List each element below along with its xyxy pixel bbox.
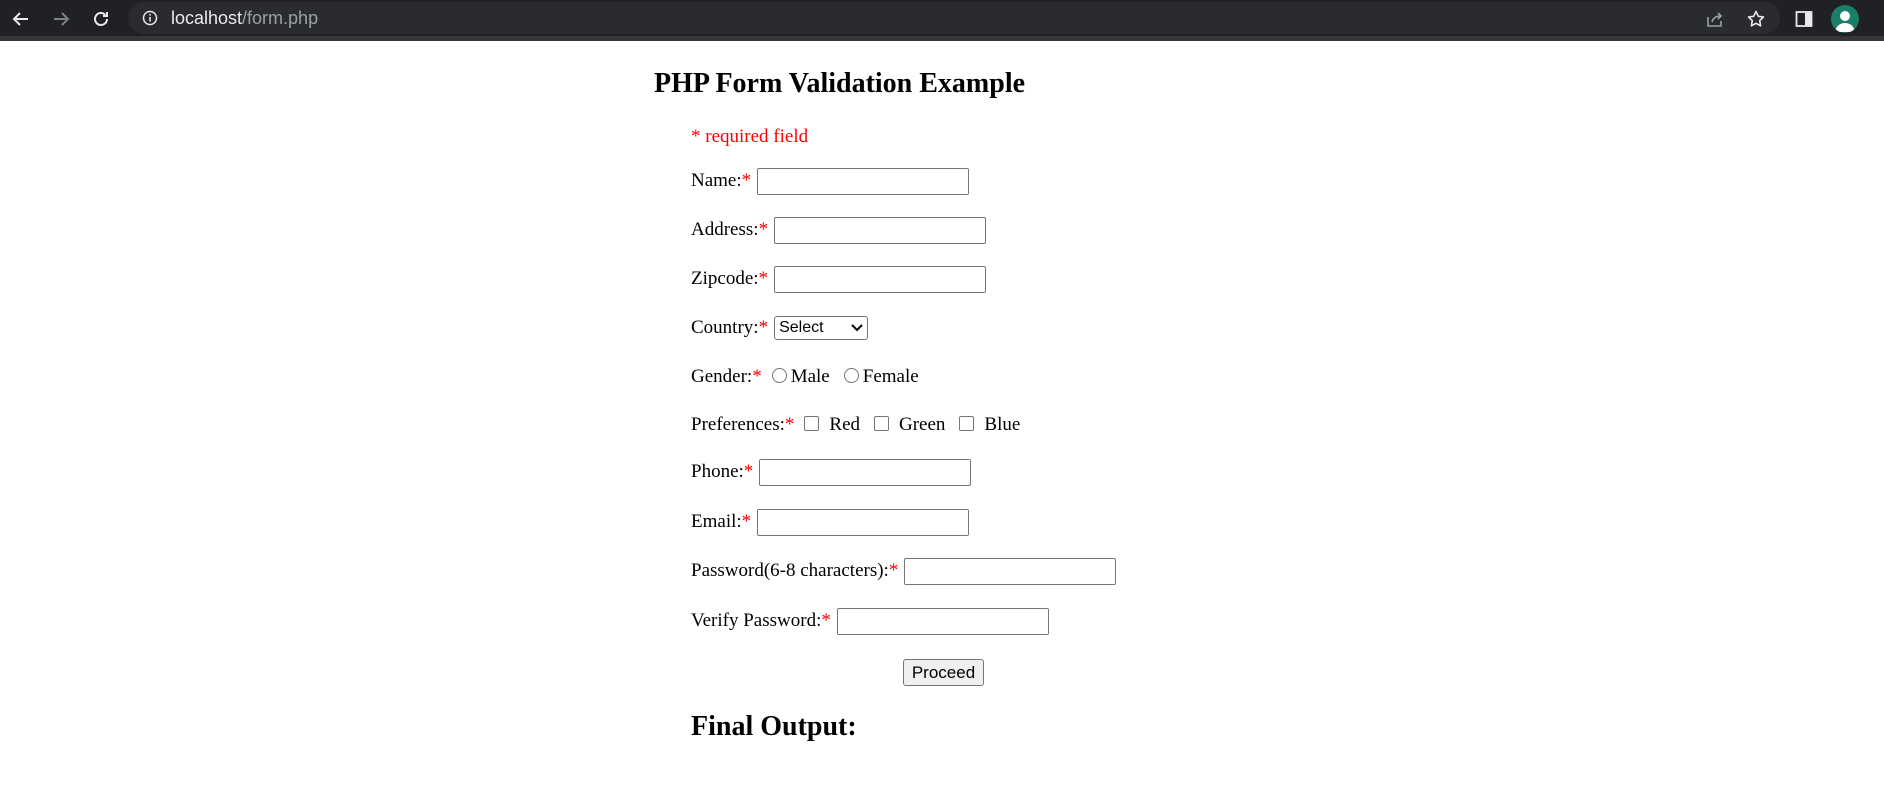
- required-star: *: [758, 268, 769, 289]
- phone-row: Phone: *: [691, 458, 972, 486]
- address-input[interactable]: [774, 216, 987, 244]
- toolbar-divider: [0, 36, 1884, 41]
- address-label: Address:: [691, 219, 759, 240]
- share-icon[interactable]: [1703, 7, 1727, 31]
- verify-password-row: Verify Password: *: [691, 607, 1049, 635]
- final-output-heading: Final Output:: [691, 711, 857, 742]
- zipcode-row: Zipcode: *: [691, 265, 987, 293]
- gender-label: Gender:: [691, 366, 753, 387]
- browser-toolbar: localhost/form.php: [0, 0, 1884, 41]
- email-input[interactable]: [757, 508, 970, 536]
- country-select-value: Select: [779, 319, 824, 336]
- required-star: *: [752, 366, 762, 387]
- password-input[interactable]: [904, 557, 1117, 585]
- country-label: Country:: [691, 317, 759, 338]
- zipcode-label: Zipcode:: [691, 268, 759, 289]
- gender-row: Gender: * Male Female: [691, 363, 923, 391]
- address-bar[interactable]: localhost/form.php: [128, 2, 1780, 34]
- side-panel-icon[interactable]: [1792, 7, 1816, 31]
- password-row: Password(6-8 characters): *: [691, 557, 1117, 585]
- required-star: *: [758, 219, 769, 240]
- chevron-down-icon: [851, 324, 863, 332]
- arrow-left-icon[interactable]: [8, 6, 34, 32]
- preferences-label: Preferences:: [691, 414, 785, 435]
- pref-red-label: Red: [829, 414, 860, 435]
- phone-label: Phone:: [691, 461, 744, 482]
- pref-blue-label: Blue: [984, 414, 1021, 435]
- name-row: Name: *: [691, 167, 970, 195]
- zipcode-input[interactable]: [774, 265, 987, 293]
- email-label: Email:: [691, 511, 742, 532]
- verify-password-label: Verify Password:: [691, 610, 822, 631]
- preferences-row: Preferences: * Red Green Blue: [691, 411, 1024, 439]
- reload-icon[interactable]: [88, 6, 114, 32]
- required-star: *: [743, 461, 754, 482]
- arrow-right-icon[interactable]: [48, 6, 74, 32]
- required-star: *: [821, 610, 831, 631]
- email-row: Email: *: [691, 508, 970, 536]
- page-title: PHP Form Validation Example: [654, 68, 1026, 99]
- required-star: *: [784, 414, 795, 435]
- pref-green-label: Green: [899, 414, 946, 435]
- country-select[interactable]: Select: [774, 316, 869, 340]
- gender-female-label: Female: [862, 366, 919, 387]
- phone-input[interactable]: [759, 458, 972, 486]
- gender-male-label: Male: [790, 366, 830, 387]
- star-icon[interactable]: [1744, 7, 1768, 31]
- proceed-button[interactable]: Proceed: [903, 659, 984, 686]
- url-path: /form.php: [242, 8, 319, 28]
- password-label: Password(6-8 characters):: [691, 560, 889, 581]
- required-star: *: [741, 511, 752, 532]
- gender-male-radio[interactable]: [771, 367, 787, 383]
- pref-blue-checkbox[interactable]: [959, 415, 975, 431]
- info-icon[interactable]: [142, 10, 158, 26]
- avatar-icon[interactable]: [1831, 5, 1859, 33]
- pref-green-checkbox[interactable]: [874, 415, 889, 431]
- name-input[interactable]: [757, 167, 970, 195]
- gender-female-radio[interactable]: [843, 367, 859, 383]
- pref-red-checkbox[interactable]: [804, 415, 820, 431]
- address-row: Address: *: [691, 216, 987, 244]
- required-star: *: [741, 170, 752, 191]
- country-row: Country: * Select: [691, 314, 869, 342]
- verify-password-input[interactable]: [836, 607, 1049, 635]
- required-star: *: [888, 560, 899, 581]
- url-host: localhost: [171, 8, 243, 28]
- required-star: *: [758, 317, 769, 338]
- name-label: Name:: [691, 170, 742, 191]
- required-field-note: * required field: [691, 126, 809, 147]
- url-text: localhost/form.php: [171, 8, 318, 28]
